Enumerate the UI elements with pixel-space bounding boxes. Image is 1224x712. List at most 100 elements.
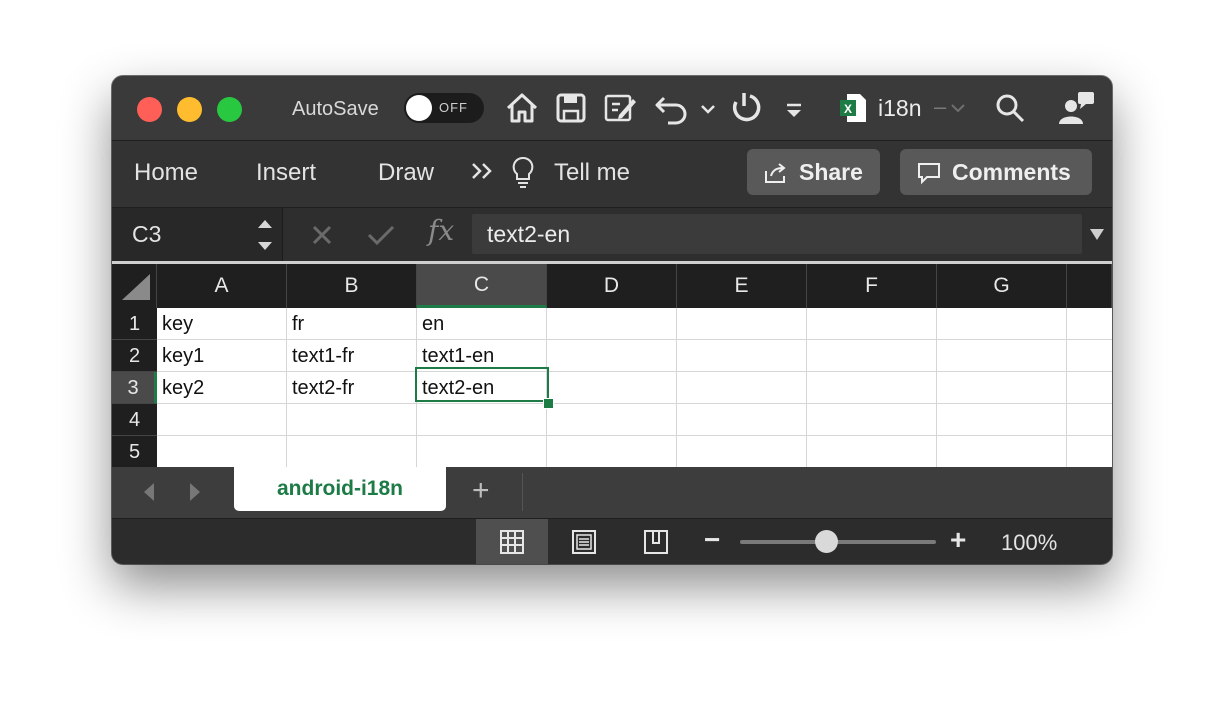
- cell-a3[interactable]: key2: [157, 372, 287, 404]
- row-header-5[interactable]: 5: [112, 436, 157, 468]
- cell-g2[interactable]: [937, 340, 1067, 372]
- comments-button[interactable]: Comments: [900, 149, 1092, 195]
- zoom-out-button[interactable]: −: [704, 525, 720, 555]
- tab-insert[interactable]: Insert: [256, 157, 316, 189]
- cell-f4[interactable]: [807, 404, 937, 436]
- search-icon[interactable]: [992, 90, 1028, 126]
- column-header-g[interactable]: G: [937, 264, 1067, 308]
- previous-sheet-icon[interactable]: [140, 481, 158, 503]
- cell-d3[interactable]: [547, 372, 677, 404]
- cell-d4[interactable]: [547, 404, 677, 436]
- cell-d1[interactable]: [547, 308, 677, 340]
- column-header-d[interactable]: D: [547, 264, 677, 308]
- cell-f5[interactable]: [807, 436, 937, 468]
- share-icon: [765, 163, 786, 183]
- zoom-in-button[interactable]: +: [950, 525, 966, 555]
- tell-me-search[interactable]: Tell me: [554, 157, 630, 189]
- customize-toolbar-icon[interactable]: [780, 90, 808, 126]
- cell-f1[interactable]: [807, 308, 937, 340]
- share-button[interactable]: Share: [747, 149, 880, 195]
- cell-e1[interactable]: [677, 308, 807, 340]
- column-header-e[interactable]: E: [677, 264, 807, 308]
- cell-g4[interactable]: [937, 404, 1067, 436]
- cell-h1[interactable]: [1067, 308, 1112, 340]
- cell-g5[interactable]: [937, 436, 1067, 468]
- formula-input[interactable]: text2-en: [472, 214, 1082, 254]
- redo-icon[interactable]: [728, 90, 764, 126]
- select-all-corner[interactable]: [112, 264, 157, 308]
- cell-b4[interactable]: [287, 404, 417, 436]
- page-layout-view-button[interactable]: [548, 519, 620, 564]
- name-box-stepper-icon[interactable]: [255, 216, 275, 254]
- cell-b2[interactable]: text1-fr: [287, 340, 417, 372]
- cell-h2[interactable]: [1067, 340, 1112, 372]
- row-header-3[interactable]: 3: [112, 372, 157, 404]
- cell-a2[interactable]: key1: [157, 340, 287, 372]
- cell-h5[interactable]: [1067, 436, 1112, 468]
- autosave-state: OFF: [439, 100, 468, 115]
- undo-icon[interactable]: [654, 90, 690, 126]
- cell-e4[interactable]: [677, 404, 807, 436]
- fill-handle[interactable]: [543, 398, 554, 409]
- row-header-2[interactable]: 2: [112, 340, 157, 372]
- cell-e2[interactable]: [677, 340, 807, 372]
- cell-c4[interactable]: [417, 404, 547, 436]
- confirm-entry-icon[interactable]: [366, 223, 396, 247]
- column-header-partial[interactable]: [1067, 264, 1112, 308]
- cell-g1[interactable]: [937, 308, 1067, 340]
- normal-view-button[interactable]: [476, 519, 548, 564]
- row-header-1[interactable]: 1: [112, 308, 157, 340]
- insert-function-icon[interactable]: fx: [428, 214, 454, 247]
- comment-icon: [918, 163, 940, 185]
- double-chevron-right-icon[interactable]: [470, 159, 496, 192]
- cell-h4[interactable]: [1067, 404, 1112, 436]
- tab-draw[interactable]: Draw: [378, 157, 434, 189]
- cell-c5[interactable]: [417, 436, 547, 468]
- cell-a1[interactable]: key: [157, 308, 287, 340]
- tab-home[interactable]: Home: [134, 157, 198, 189]
- tab-divider: [522, 473, 523, 511]
- save-icon[interactable]: [553, 90, 589, 126]
- zoom-window-button[interactable]: [217, 97, 242, 122]
- expand-formula-bar-icon[interactable]: [1088, 226, 1106, 242]
- page-break-view-button[interactable]: [620, 519, 692, 564]
- autosave-toggle[interactable]: OFF: [404, 93, 484, 123]
- home-icon[interactable]: [504, 90, 540, 126]
- cancel-entry-icon[interactable]: [310, 223, 334, 247]
- column-header-f[interactable]: F: [807, 264, 937, 308]
- column-header-a[interactable]: A: [157, 264, 287, 308]
- cell-d5[interactable]: [547, 436, 677, 468]
- column-header-c[interactable]: C: [417, 264, 547, 308]
- cell-a5[interactable]: [157, 436, 287, 468]
- sheet-tab-android-i18n[interactable]: android-i18n: [234, 467, 446, 511]
- name-box[interactable]: C3: [112, 208, 283, 261]
- cell-b3[interactable]: text2-fr: [287, 372, 417, 404]
- cell-c1[interactable]: en: [417, 308, 547, 340]
- add-sheet-button[interactable]: +: [472, 476, 490, 506]
- cell-f2[interactable]: [807, 340, 937, 372]
- cell-h3[interactable]: [1067, 372, 1112, 404]
- undo-dropdown-icon[interactable]: [698, 90, 718, 126]
- zoom-slider-handle[interactable]: [814, 530, 838, 553]
- cell-f3[interactable]: [807, 372, 937, 404]
- minimize-window-button[interactable]: [177, 97, 202, 122]
- share-people-icon[interactable]: [1056, 90, 1096, 126]
- row-header-4[interactable]: 4: [112, 404, 157, 436]
- toggle-knob: [406, 95, 432, 121]
- document-title-menu[interactable]: –: [934, 93, 966, 121]
- cell-b1[interactable]: fr: [287, 308, 417, 340]
- close-window-button[interactable]: [137, 97, 162, 122]
- cell-b5[interactable]: [287, 436, 417, 468]
- zoom-slider[interactable]: [740, 540, 936, 544]
- cell-g3[interactable]: [937, 372, 1067, 404]
- edit-document-icon[interactable]: [602, 90, 638, 126]
- cell-e5[interactable]: [677, 436, 807, 468]
- cell-c3[interactable]: text2-en: [417, 372, 547, 404]
- cell-d2[interactable]: [547, 340, 677, 372]
- cell-c2[interactable]: text1-en: [417, 340, 547, 372]
- zoom-level[interactable]: 100%: [1001, 530, 1057, 556]
- next-sheet-icon[interactable]: [186, 481, 204, 503]
- cell-e3[interactable]: [677, 372, 807, 404]
- column-header-b[interactable]: B: [287, 264, 417, 308]
- cell-a4[interactable]: [157, 404, 287, 436]
